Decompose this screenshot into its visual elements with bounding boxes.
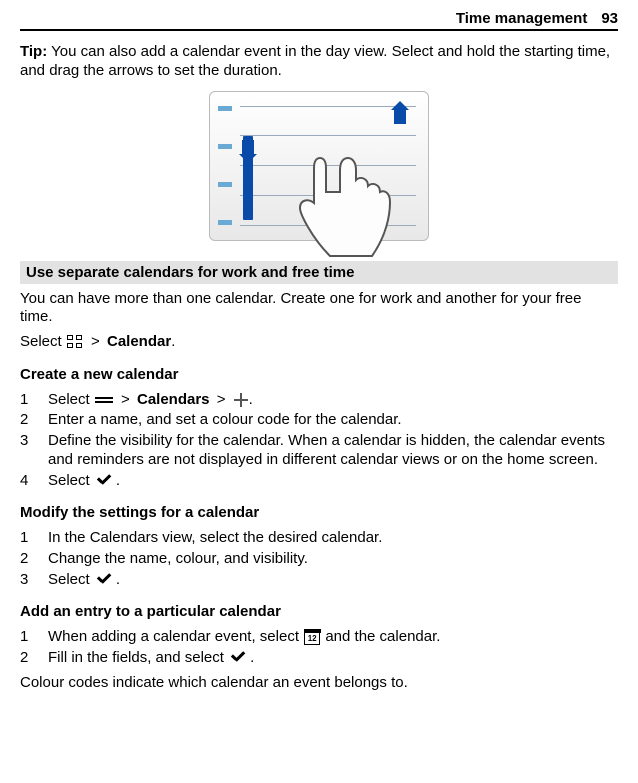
- select-calendar-line: Select > Calendar.: [20, 333, 618, 352]
- arrow-up-icon: [394, 110, 406, 124]
- options-icon: [95, 395, 113, 405]
- list-item: 1 When adding a calendar event, select a…: [20, 628, 618, 647]
- tip-text: You can also add a calendar event in the…: [20, 43, 610, 79]
- list-item: 2Enter a name, and set a colour code for…: [20, 411, 618, 430]
- create-heading: Create a new calendar: [20, 366, 618, 385]
- page-header: Time management 93: [20, 10, 618, 31]
- plus-icon: [234, 393, 248, 407]
- check-icon: [229, 651, 249, 665]
- header-section: Time management: [456, 10, 587, 27]
- list-item: 4 Select .: [20, 472, 618, 491]
- list-item: 2Change the name, colour, and visibility…: [20, 550, 618, 569]
- section-intro: You can have more than one calendar. Cre…: [20, 290, 618, 328]
- arrow-down-icon: [242, 140, 254, 154]
- calendar-12-icon: [304, 630, 320, 645]
- list-item: 2 Fill in the fields, and select .: [20, 649, 618, 668]
- day-view-illustration: [209, 91, 429, 241]
- create-steps: 1 Select > Calendars > . 2Enter a name, …: [20, 391, 618, 491]
- header-page-number: 93: [601, 10, 618, 27]
- list-item: 1 Select > Calendars > .: [20, 391, 618, 410]
- tip-paragraph: Tip: You can also add a calendar event i…: [20, 43, 618, 81]
- list-item: 3Define the visibility for the calendar.…: [20, 432, 618, 470]
- calendar-label: Calendar: [107, 333, 171, 350]
- menu-icon: [67, 335, 83, 349]
- check-icon: [95, 573, 115, 587]
- check-icon: [95, 474, 115, 488]
- hand-icon: [290, 148, 400, 268]
- list-item: 3 Select .: [20, 571, 618, 590]
- footer-note: Colour codes indicate which calendar an …: [20, 674, 618, 693]
- modify-steps: 1In the Calendars view, select the desir…: [20, 529, 618, 589]
- list-item: 1In the Calendars view, select the desir…: [20, 529, 618, 548]
- add-steps: 1 When adding a calendar event, select a…: [20, 628, 618, 668]
- time-column: [218, 106, 234, 226]
- modify-heading: Modify the settings for a calendar: [20, 504, 618, 523]
- add-heading: Add an entry to a particular calendar: [20, 603, 618, 622]
- tip-label: Tip:: [20, 43, 47, 60]
- illustration-container: [20, 91, 618, 245]
